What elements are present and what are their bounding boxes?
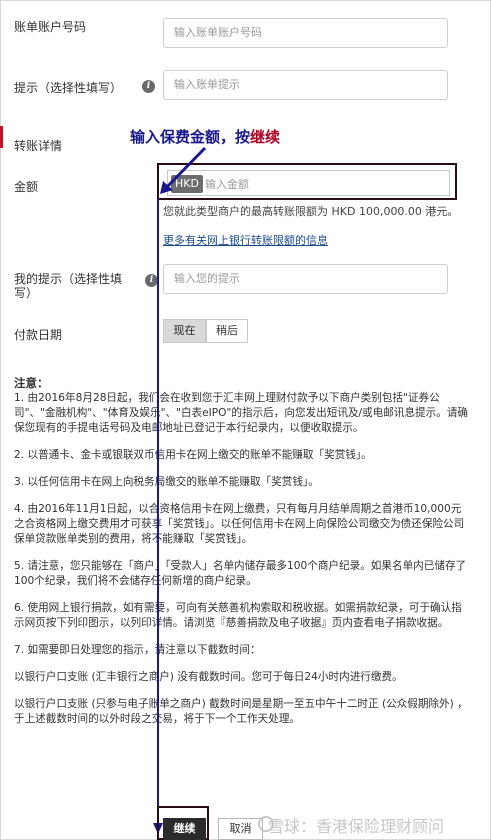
watermark: 雪球：香港保险理财顾问 bbox=[268, 817, 445, 836]
annotation-emphasis: 继续 bbox=[250, 128, 281, 146]
info-icon[interactable]: i bbox=[145, 274, 158, 287]
note-item: 7. 如需要即日处理您的指示，请注意以下截数时间： bbox=[14, 644, 261, 656]
limit-info-link[interactable]: 更多有关网上银行转账限额的信息 bbox=[163, 232, 328, 248]
bill-account-input[interactable]: 输入账单账户号码 bbox=[163, 18, 448, 48]
annotation-text: 输入保费金额，按 bbox=[130, 128, 251, 146]
note-item: 以银行户口支账 (只参与电子账单之商户) 截数时间是星期一至五中午十二时正 (公… bbox=[14, 698, 468, 725]
note-item: 1. 由2016年8月28日起，我们会在收到您于汇丰网上理财付款予以下商户类别包… bbox=[14, 392, 469, 434]
pay-later-toggle[interactable]: 稍后 bbox=[206, 319, 248, 343]
note-item: 2. 以普通卡、金卡或银联双币信用卡在网上缴交的账单不能赚取「奖赏钱」。 bbox=[14, 449, 372, 461]
bill-account-label: 账单账户号码 bbox=[14, 20, 87, 34]
amount-placeholder: 输入金额 bbox=[205, 178, 249, 191]
continue-button[interactable]: 继续 bbox=[163, 818, 206, 840]
instruction-annotation: 输入保费金额，按继续 bbox=[130, 126, 280, 147]
cancel-button[interactable]: 取消 bbox=[218, 818, 263, 840]
amount-label: 金额 bbox=[14, 180, 39, 194]
hint-label: 提示（选择性填写） bbox=[14, 81, 123, 95]
note-item: 以银行户口支账 (汇丰银行之商户) 没有截数时间。您可于每日24小时内进行缴费。 bbox=[14, 671, 403, 683]
note-item: 5. 请注意，您只能够在「商户」「受款人」名单内储存最多100个商户纪录。如果名… bbox=[14, 560, 467, 587]
notes-title: 注意： bbox=[14, 376, 49, 390]
note-item: 6. 使用网上银行捐款，如有需要，可向有关慈善机构索取和税收据。如需捐款纪录，可… bbox=[14, 602, 462, 629]
limit-note: 您就此类型商户的最高转账限额为 HKD 100,000.00 港元。 bbox=[163, 205, 459, 218]
my-hint-label: 我的提示（选择性填写） bbox=[14, 272, 123, 300]
my-hint-input[interactable]: 输入您的提示 bbox=[163, 264, 448, 294]
hint-input[interactable]: 输入账单提示 bbox=[163, 70, 448, 100]
currency-badge: HKD bbox=[171, 175, 203, 193]
section-accent-bar bbox=[0, 126, 3, 148]
notes-section: 注意： 1. 由2016年8月28日起，我们会在收到您于汇丰网上理财付款予以下商… bbox=[14, 376, 470, 739]
note-item: 4. 由2016年11月1日起，以合资格信用卡在网上缴费，只有每月月结单周期之首… bbox=[14, 503, 465, 545]
transfer-details-title: 转账详情 bbox=[14, 139, 63, 153]
info-icon[interactable]: i bbox=[142, 80, 155, 93]
pay-now-toggle[interactable]: 现在 bbox=[163, 319, 206, 343]
note-item: 3. 以任何信用卡在网上向税务局缴交的账单不能赚取「奖赏钱」。 bbox=[14, 476, 319, 488]
pay-date-label: 付款日期 bbox=[14, 328, 63, 342]
